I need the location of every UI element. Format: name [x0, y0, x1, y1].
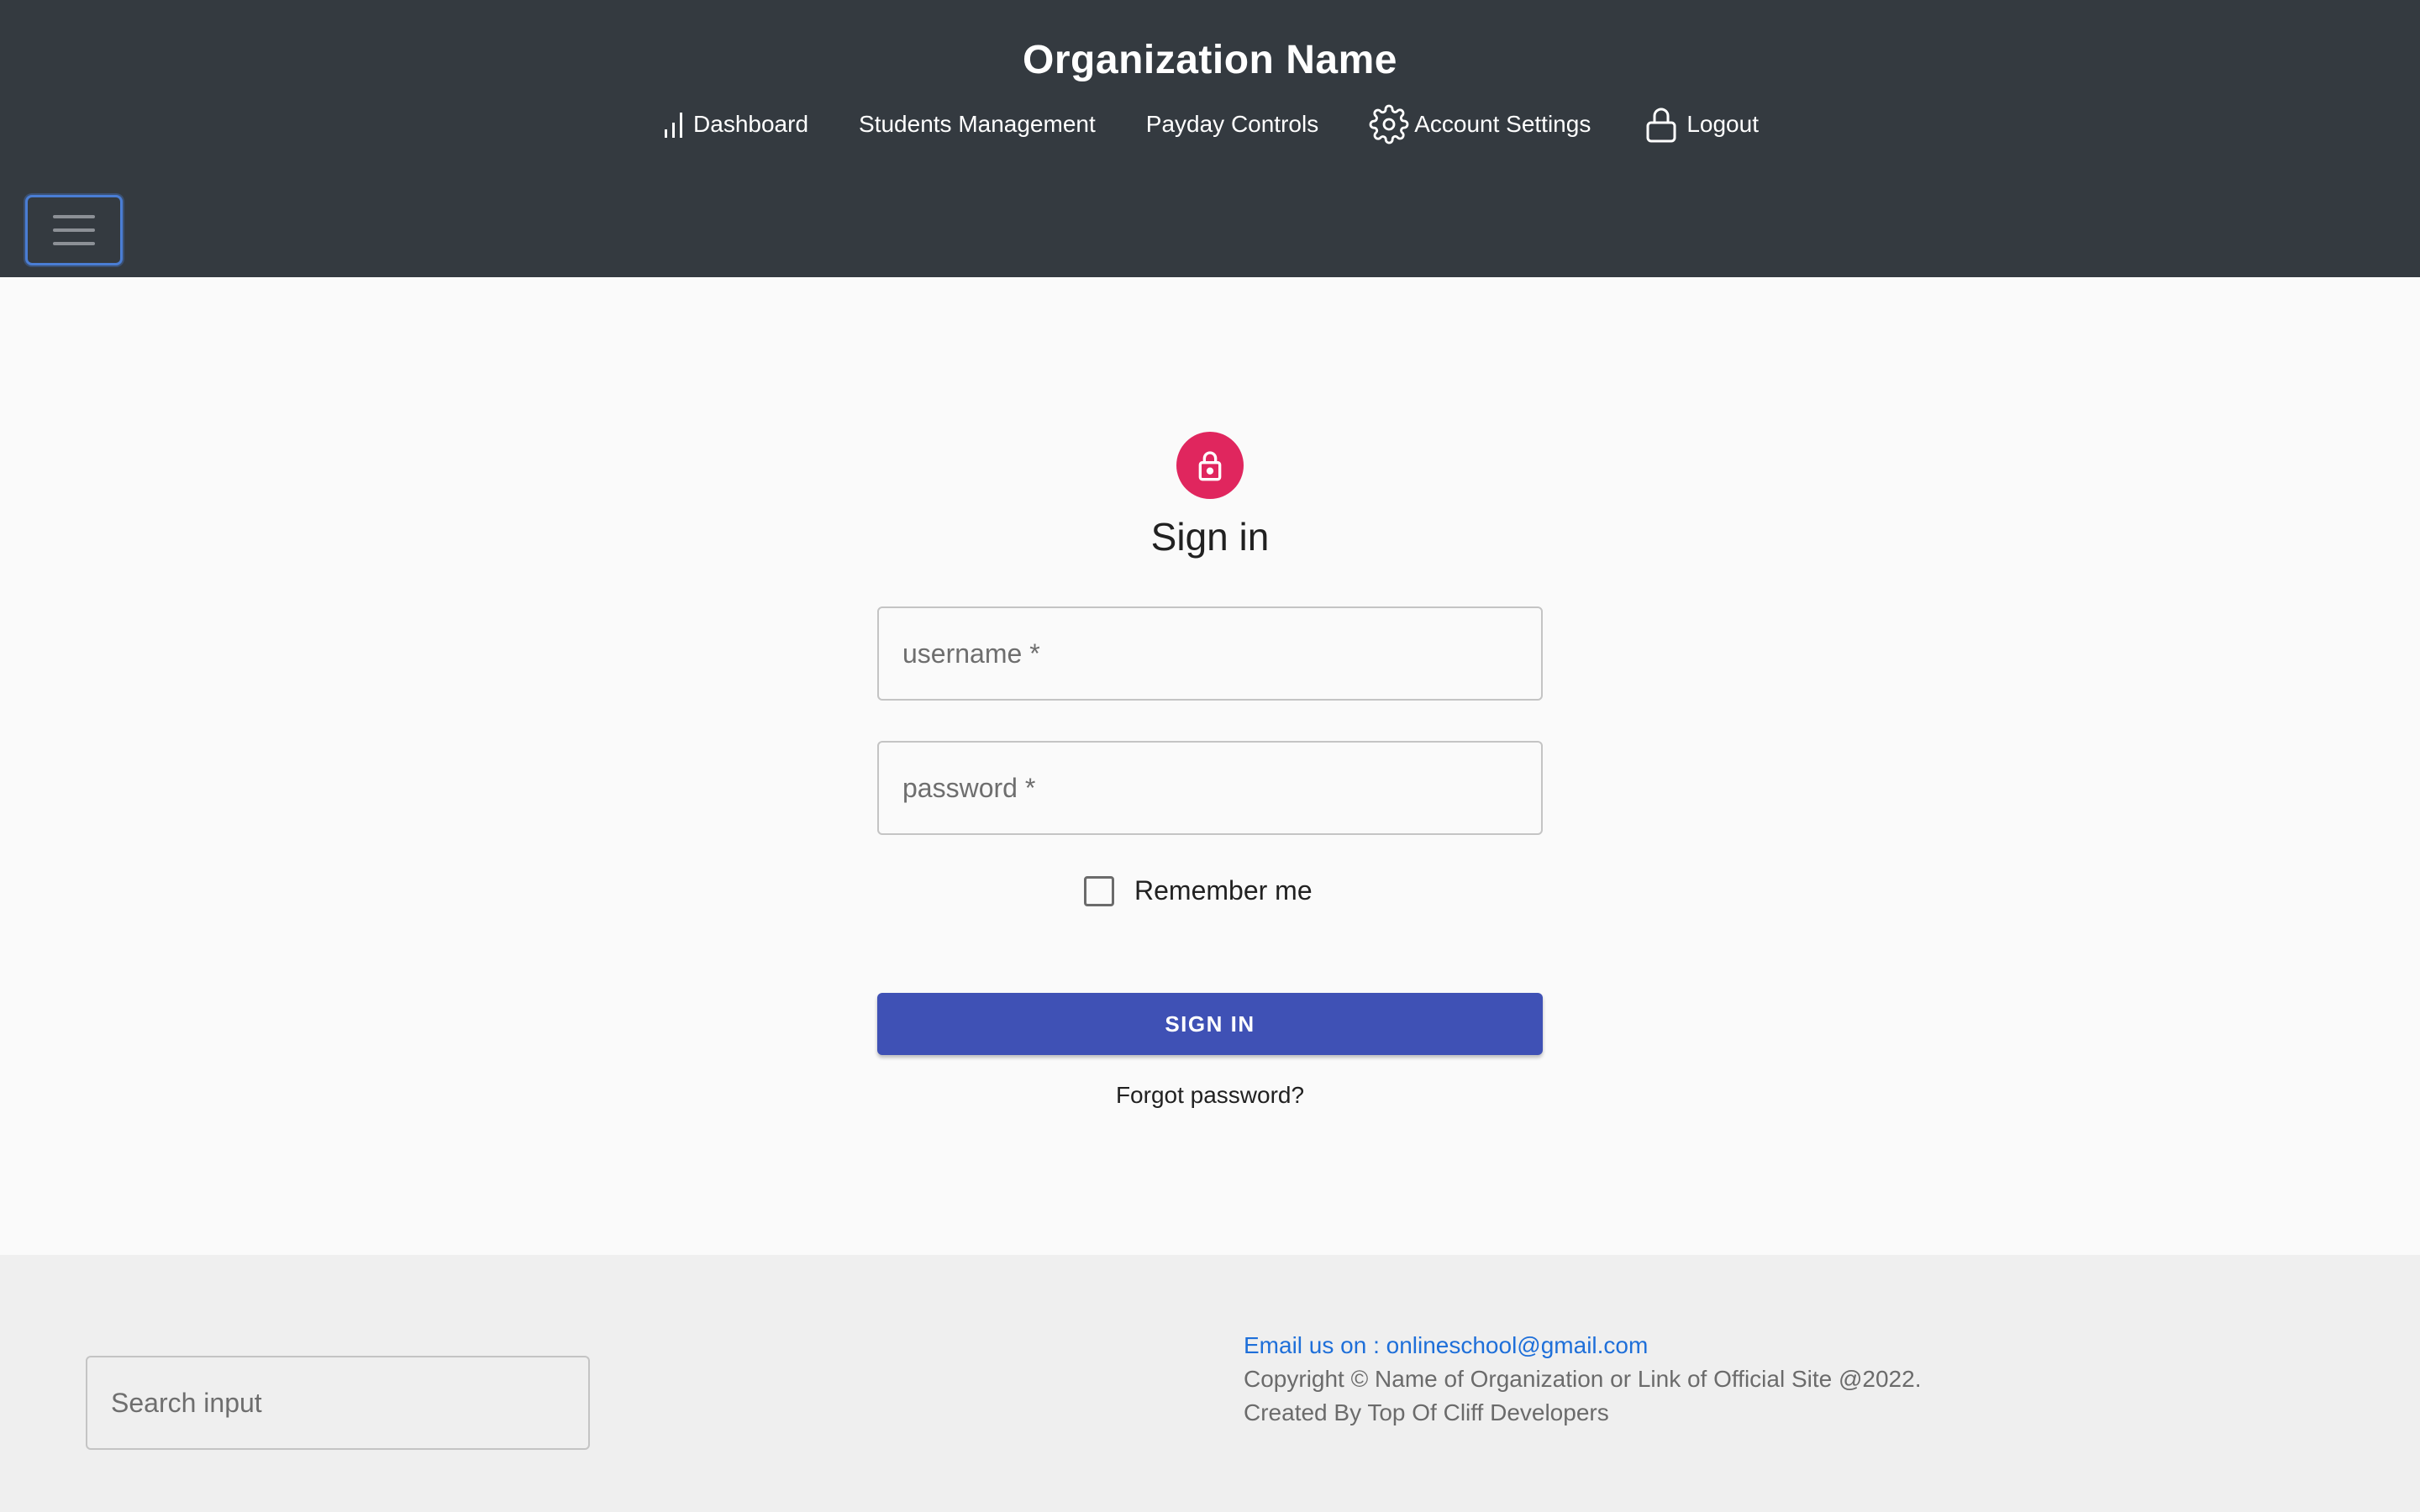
main-nav: Dashboard Students Management Payday Con… — [0, 102, 2420, 146]
password-input[interactable] — [879, 743, 1541, 833]
signin-section: Sign in Remember me SIGN IN Forgot passw… — [0, 277, 2420, 1255]
footer-info: Email us on : onlineschool@gmail.com Cop… — [1244, 1329, 1921, 1430]
top-navbar: Organization Name Dashboard Students Man… — [0, 0, 2420, 277]
remember-me-label: Remember me — [1134, 875, 1313, 906]
forgot-password-link[interactable]: Forgot password? — [0, 1082, 2420, 1109]
remember-me-checkbox[interactable] — [1084, 875, 1114, 906]
bar-chart-icon — [665, 113, 683, 138]
footer-copyright: Copyright © Name of Organization or Link… — [1244, 1366, 1922, 1392]
hamburger-icon-line — [53, 228, 95, 232]
username-input[interactable] — [879, 608, 1541, 699]
signin-avatar — [1176, 432, 1244, 499]
nav-dashboard-label: Dashboard — [693, 111, 809, 137]
nav-logout[interactable]: Logout — [1641, 102, 1759, 146]
hamburger-icon-line — [53, 215, 95, 218]
username-field-wrapper — [877, 606, 1543, 701]
nav-account-label: Account Settings — [1414, 111, 1591, 137]
nav-logout-label: Logout — [1686, 111, 1759, 137]
organization-title: Organization Name — [1023, 38, 1397, 82]
password-field-wrapper — [877, 741, 1543, 835]
footer: Email us on : onlineschool@gmail.com Cop… — [0, 1255, 2420, 1512]
nav-payday-label: Payday Controls — [1145, 111, 1319, 137]
search-input[interactable] — [87, 1357, 588, 1448]
signin-title: Sign in — [1150, 515, 1270, 559]
footer-credits: Created By Top Of Cliff Developers — [1244, 1399, 1609, 1425]
nav-dashboard[interactable]: Dashboard — [661, 102, 808, 146]
lock-icon — [1646, 108, 1676, 143]
footer-email-link[interactable]: Email us on : onlineschool@gmail.com — [1244, 1329, 1921, 1362]
nav-students-management[interactable]: Students Management — [859, 102, 1096, 146]
remember-me[interactable]: Remember me — [1084, 875, 1313, 906]
lock-open-icon — [1198, 451, 1222, 481]
gear-icon — [1369, 104, 1409, 144]
hamburger-icon-line — [53, 242, 95, 245]
signin-button[interactable]: SIGN IN — [877, 993, 1543, 1055]
search-field-wrapper — [86, 1356, 590, 1450]
nav-students-label: Students Management — [859, 111, 1096, 137]
navbar-toggle-button[interactable] — [25, 195, 123, 265]
nav-payday-controls[interactable]: Payday Controls — [1146, 102, 1318, 146]
nav-account-settings[interactable]: Account Settings — [1369, 102, 1591, 146]
